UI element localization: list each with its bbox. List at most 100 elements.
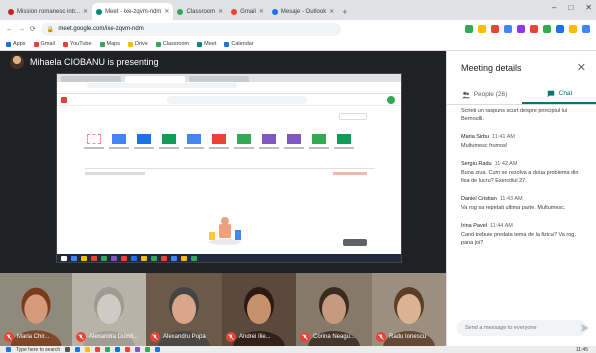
message-time: 11:43 AM <box>499 196 523 202</box>
reload-icon[interactable]: ⟳ <box>30 25 36 33</box>
shared-link <box>333 172 367 175</box>
chat-message: Scrieti un raspuns scurt despre principi… <box>461 107 583 123</box>
send-icon[interactable] <box>580 323 590 333</box>
chat-message: Maria Sirbu 11:41 AM Multumesc frumos! <box>461 134 583 150</box>
close-icon[interactable]: ✕ <box>577 61 586 74</box>
extension-icon[interactable] <box>517 25 525 33</box>
url-text: meet.google.com/ixe-zqvm-ndm <box>58 26 144 32</box>
taskbar-app-icon[interactable] <box>105 347 111 352</box>
bookmark-item[interactable]: Calendar <box>224 41 254 47</box>
new-tab-icon[interactable]: + <box>338 7 351 20</box>
start-icon[interactable] <box>6 347 11 352</box>
close-tab-icon[interactable]: ✕ <box>218 8 223 15</box>
participant-tile[interactable]: Alexandra Dumit... <box>72 273 146 346</box>
taskbar-app-icon <box>171 255 177 261</box>
extension-icon[interactable] <box>465 25 473 33</box>
bookmark-icon <box>128 41 133 47</box>
template-label <box>309 147 329 149</box>
tab-favicon-icon <box>8 8 14 15</box>
participant-name: Radu Ionescu <box>389 334 427 340</box>
participant-tile[interactable]: Radu Ionescu <box>372 273 446 346</box>
close-tab-icon[interactable]: ✕ <box>83 8 88 15</box>
browser-tab-active[interactable]: Meet - ixe-zqvm-ndm ✕ <box>92 3 174 20</box>
taskbar-app-icon[interactable] <box>125 347 131 352</box>
maximize-icon[interactable]: □ <box>568 3 573 12</box>
template-thumbnail <box>287 134 301 144</box>
message-text: Va rog sa repetati ultima parte. Multume… <box>461 205 566 211</box>
extension-icon[interactable] <box>491 25 499 33</box>
bookmark-item[interactable]: Meet <box>197 41 216 47</box>
extension-icon[interactable] <box>504 25 512 33</box>
divider <box>85 168 375 169</box>
extension-icon[interactable] <box>530 25 538 33</box>
presenter-label: Mihaela CIOBANU is presenting <box>30 57 159 67</box>
lock-icon: 🔒 <box>46 26 55 33</box>
bookmark-item[interactable]: Gmail <box>33 41 55 47</box>
extension-icon[interactable] <box>556 25 564 33</box>
meeting-details-panel: Meeting details ✕ People (26) Chat Scrie… <box>446 51 596 346</box>
taskbar-app-icon[interactable] <box>95 347 101 352</box>
tab-people[interactable]: People (26) <box>447 85 522 104</box>
mic-off-icon <box>76 332 86 342</box>
bookmarks-bar: Apps Gmail YouTube Maps Drive Classroom Meet Ca… <box>0 38 596 51</box>
chat-sender: Irina Pavel 11:44 AM <box>461 223 583 229</box>
taskbar-app-icon[interactable] <box>75 347 81 352</box>
participant-name: Alexandru Popa <box>163 334 206 340</box>
extension-icon[interactable] <box>543 25 551 33</box>
back-icon[interactable]: ← <box>6 26 13 33</box>
extension-icon[interactable] <box>569 25 577 33</box>
taskbar-search[interactable]: Type here to search <box>16 347 60 353</box>
participant-tile[interactable]: Andrei Ilie... <box>222 273 296 346</box>
taskbar-app-icon[interactable] <box>155 347 161 352</box>
participant-tile[interactable]: Maria Chir... <box>0 273 72 346</box>
bookmark-item[interactable]: Drive <box>128 41 148 47</box>
browser-tab[interactable]: Classroom ✕ <box>173 3 227 20</box>
template-thumbnail <box>87 134 101 144</box>
bookmark-icon <box>99 41 105 47</box>
close-tab-icon[interactable]: ✕ <box>259 8 264 15</box>
participant-tile[interactable]: Alexandru Popa <box>146 273 222 346</box>
extension-icon[interactable] <box>478 25 486 33</box>
empty-state-illustration-icon <box>209 217 241 245</box>
panel-title: Meeting details <box>461 63 522 73</box>
bookmark-item[interactable]: Apps <box>6 41 26 47</box>
taskbar-app-icon[interactable] <box>135 347 141 352</box>
extension-icon[interactable] <box>582 25 590 33</box>
mic-off-icon <box>300 332 310 342</box>
taskbar-app-icon[interactable] <box>115 347 121 352</box>
bookmark-item[interactable]: Maps <box>99 41 120 47</box>
template-label <box>184 147 204 149</box>
close-tab-icon[interactable]: ✕ <box>164 8 169 15</box>
chat-input-field[interactable] <box>457 320 587 336</box>
url-bar[interactable]: 🔒 meet.google.com/ixe-zqvm-ndm <box>40 22 341 36</box>
sender-name: Maria Sirbu <box>461 134 490 140</box>
mic-off-icon <box>4 332 14 342</box>
message-time: 11:41 AM <box>492 134 515 140</box>
close-tab-icon[interactable]: ✕ <box>329 8 334 15</box>
clock: 11:45 <box>575 346 588 353</box>
browser-tab[interactable]: Mesaje - Outlook ✕ <box>268 3 338 20</box>
close-window-icon[interactable]: ✕ <box>585 3 592 12</box>
browser-tab[interactable]: Gmail ✕ <box>227 3 268 20</box>
tab-chat[interactable]: Chat <box>522 85 596 104</box>
people-icon <box>461 91 470 98</box>
bookmark-item[interactable]: YouTube <box>62 41 92 47</box>
bookmark-label: Classroom <box>162 41 190 47</box>
forward-icon[interactable]: → <box>18 26 25 33</box>
chat-messages[interactable]: Scrieti un raspuns scurt despre principi… <box>447 107 596 317</box>
chat-input[interactable] <box>465 325 579 331</box>
taskbar-app-icon <box>91 255 97 261</box>
participant-name: Corina Neagu... <box>313 334 356 340</box>
template-label <box>159 147 179 149</box>
bookmark-item[interactable]: Classroom <box>155 41 190 47</box>
bookmark-label: Apps <box>13 41 26 47</box>
taskbar-app-icon[interactable] <box>145 347 151 352</box>
bookmark-label: Calendar <box>231 41 254 47</box>
minimize-icon[interactable]: – <box>552 3 556 12</box>
bookmark-icon <box>6 41 11 47</box>
tab-favicon-icon <box>271 8 278 15</box>
browser-tab[interactable]: Mission romanesc intr... ✕ <box>4 3 92 20</box>
participant-tile[interactable]: Corina Neagu... <box>296 273 372 346</box>
taskbar-app-icon[interactable] <box>85 347 91 352</box>
taskbar-app-icon[interactable] <box>65 347 71 352</box>
